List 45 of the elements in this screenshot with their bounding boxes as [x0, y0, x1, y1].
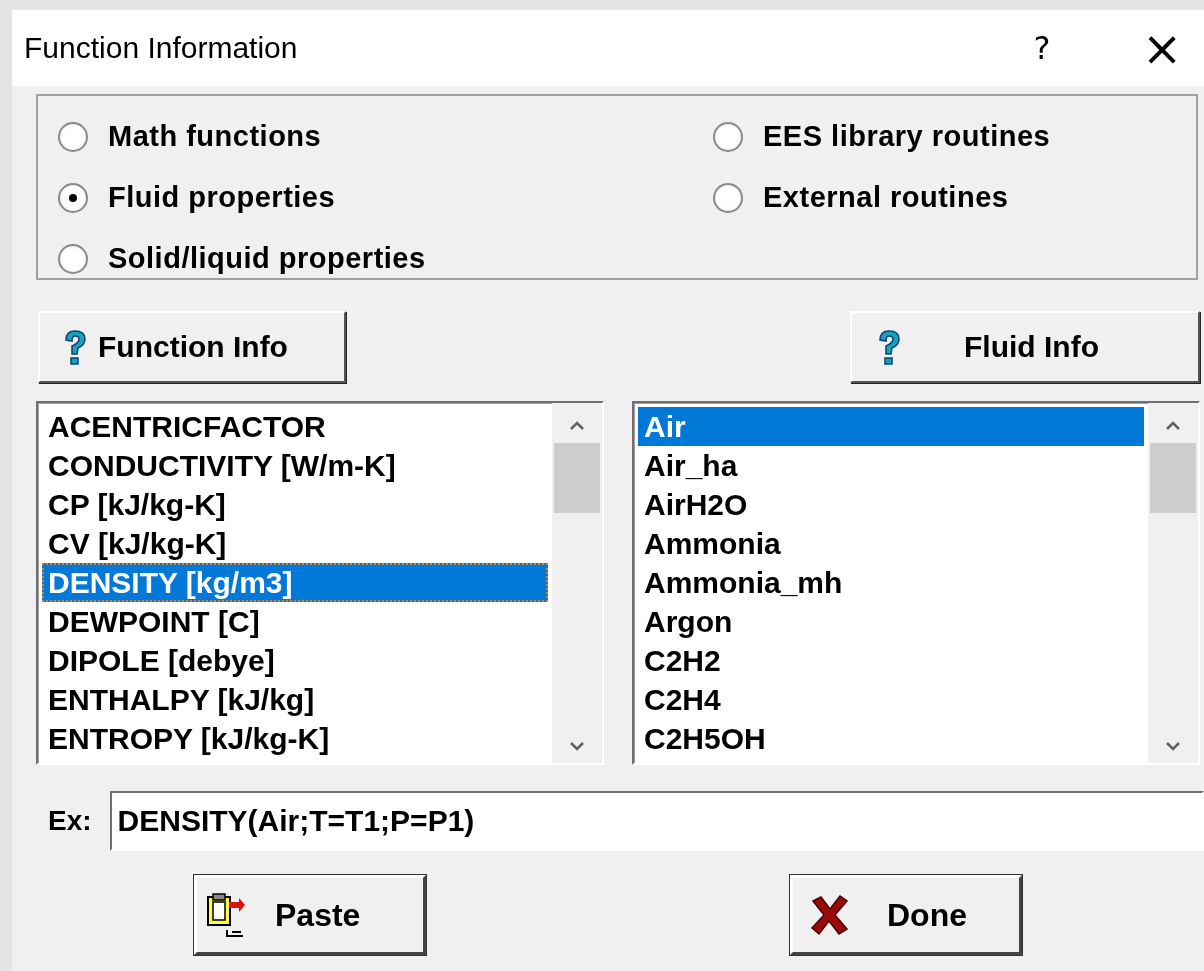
list-item[interactable]: CP [kJ/kg-K] [42, 485, 548, 524]
radio-option[interactable]: EES library routines [713, 106, 1196, 167]
list-item[interactable]: Air_ha [638, 446, 1144, 485]
radio-button[interactable] [58, 243, 88, 274]
list-item[interactable]: Air [638, 407, 1144, 446]
scroll-thumb[interactable] [554, 443, 600, 513]
info-button[interactable]: Fluid Info [850, 311, 1200, 383]
list-item[interactable]: C2H5OH [638, 719, 1144, 758]
example-field[interactable]: DENSITY(Air;T=T1;P=P1) [109, 791, 1204, 851]
scroll-thumb[interactable] [1150, 443, 1196, 513]
list-item[interactable]: DENSITY [kg/m3] [42, 563, 548, 602]
list-item[interactable]: CV [kJ/kg-K] [42, 524, 548, 563]
scroll-bar[interactable] [552, 403, 602, 763]
radio-button[interactable] [58, 121, 88, 152]
list-item[interactable]: CONDUCTIVITY [W/m-K] [42, 446, 548, 485]
radio-option[interactable]: Math functions [58, 106, 713, 167]
example-label: Ex: [48, 805, 92, 837]
list-item[interactable]: Ammonia_mh [638, 563, 1144, 602]
list-item[interactable]: DIPOLE [debye] [42, 641, 548, 680]
chevron-down-icon [568, 739, 586, 753]
radio-button[interactable] [58, 182, 88, 213]
list-item[interactable]: Argon [638, 602, 1144, 641]
list-item[interactable]: AirH2O [638, 485, 1144, 524]
info-button[interactable]: Function Info [38, 311, 346, 383]
radio-option[interactable]: Fluid properties [58, 167, 713, 228]
list-item[interactable]: ACENTRICFACTOR [42, 407, 548, 446]
x-mark-icon [809, 893, 851, 937]
done-button[interactable]: Done [790, 875, 1022, 955]
clipboard-icon [205, 892, 247, 938]
help-button[interactable]: ? [1012, 18, 1072, 78]
radio-button[interactable] [713, 182, 743, 213]
radio-option[interactable]: External routines [713, 167, 1196, 228]
chevron-down-icon [1164, 739, 1182, 753]
window-title: Function Information [24, 31, 299, 65]
list-item[interactable]: C2H2 [638, 641, 1144, 680]
radio-button[interactable] [713, 121, 743, 152]
list-item[interactable]: ENTHALPY [kJ/kg] [42, 680, 548, 719]
list-item[interactable]: Ammonia [638, 524, 1144, 563]
list-item[interactable]: C2H4 [638, 680, 1144, 719]
paste-button[interactable]: Paste [194, 875, 426, 955]
scroll-bar[interactable] [1148, 403, 1198, 763]
radio-option[interactable]: Solid/liquid properties [58, 228, 713, 289]
list-item[interactable]: ENTROPY [kJ/kg-K] [42, 719, 548, 758]
close-button[interactable]: × [1132, 18, 1192, 78]
list-item[interactable]: DEWPOINT [C] [42, 602, 548, 641]
